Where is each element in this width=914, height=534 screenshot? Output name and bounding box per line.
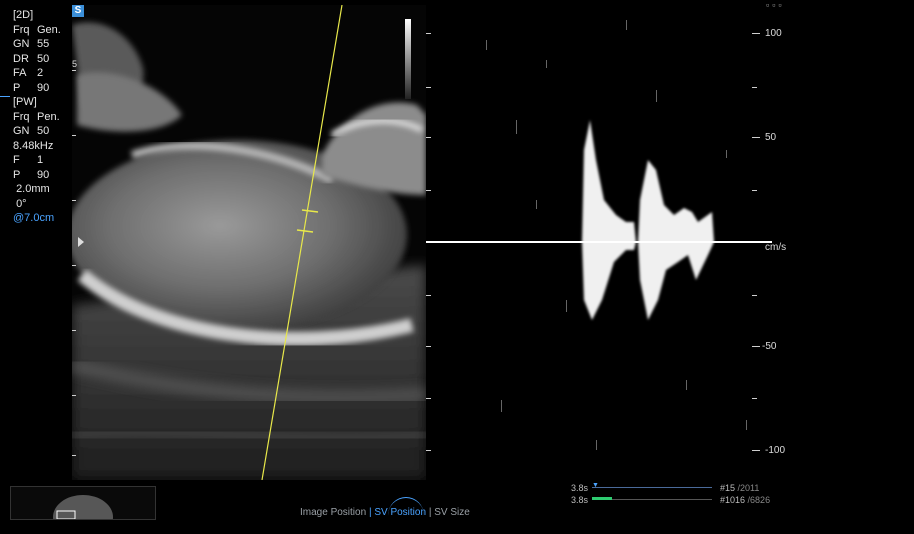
param-row: 2.0mm: [16, 183, 50, 195]
param-row: 8.48kHz: [13, 139, 54, 152]
depth-marker: 5: [72, 59, 78, 69]
frame-counter-1: #15 /2011: [720, 483, 760, 493]
param-row: DR 50: [13, 52, 50, 65]
param-row: FA 2: [13, 67, 44, 79]
window-controls[interactable]: ▫▫▫: [766, 0, 785, 10]
focus-marker-icon: [78, 237, 84, 247]
cine-time-2: 3.8s: [571, 495, 589, 505]
params-pw: [PW] Frq Pen. GN 50 8.48kHz F1 P 90 2.0mm 0…: [13, 95, 60, 226]
param-row: F1: [13, 154, 44, 166]
param-row: 0°: [16, 197, 27, 210]
gray-scale-bar: [405, 19, 411, 99]
cine-progress-2: [592, 497, 612, 500]
params-2d: [2D] Frq Gen. GN 55 DR 50 FA 2 P 90: [13, 8, 61, 95]
image-thumbnail[interactable]: [10, 486, 156, 520]
doppler-spectrum[interactable]: [426, 0, 772, 480]
scale-unit: cm/s: [765, 242, 787, 253]
scale-label: -100: [765, 445, 786, 456]
param-row: P 90: [13, 81, 50, 94]
left-divider: [0, 96, 10, 97]
param-row: GN 55: [13, 38, 50, 50]
footer-knob-icon[interactable]: [388, 497, 424, 534]
sv-cursor[interactable]: [72, 5, 426, 480]
cine-bar-1[interactable]: [592, 487, 712, 488]
param-row: P 90: [13, 168, 50, 181]
footer-menu: Image Position | SV Position | SV Size: [300, 507, 470, 518]
sv-size-button[interactable]: SV Size: [434, 507, 470, 518]
cine-marker-1-icon[interactable]: ▼: [592, 482, 599, 489]
param-row: GN 50: [13, 125, 50, 137]
footer-separator: |: [368, 507, 372, 518]
cine-time-1: 3.8s: [571, 483, 589, 493]
depth-readout: @7.0cm: [13, 212, 55, 224]
image-position-button[interactable]: Image Position: [300, 507, 366, 518]
bmode-image[interactable]: 5: [72, 5, 426, 480]
params-2d-header: [2D]: [13, 9, 34, 21]
scale-label: 100: [765, 28, 782, 39]
s-badge-icon[interactable]: S: [72, 5, 84, 17]
scale-label: 50: [765, 132, 777, 143]
params-pw-header: [PW]: [13, 96, 37, 108]
frame-counter-2: #1016 /6826: [720, 495, 771, 505]
param-row: Frq Pen.: [13, 110, 60, 123]
footer-separator: |: [428, 507, 432, 518]
scale-label: -50: [762, 341, 777, 352]
param-row: Frq Gen.: [13, 23, 61, 36]
doppler-svg: [426, 0, 772, 480]
baseline: [426, 241, 772, 243]
